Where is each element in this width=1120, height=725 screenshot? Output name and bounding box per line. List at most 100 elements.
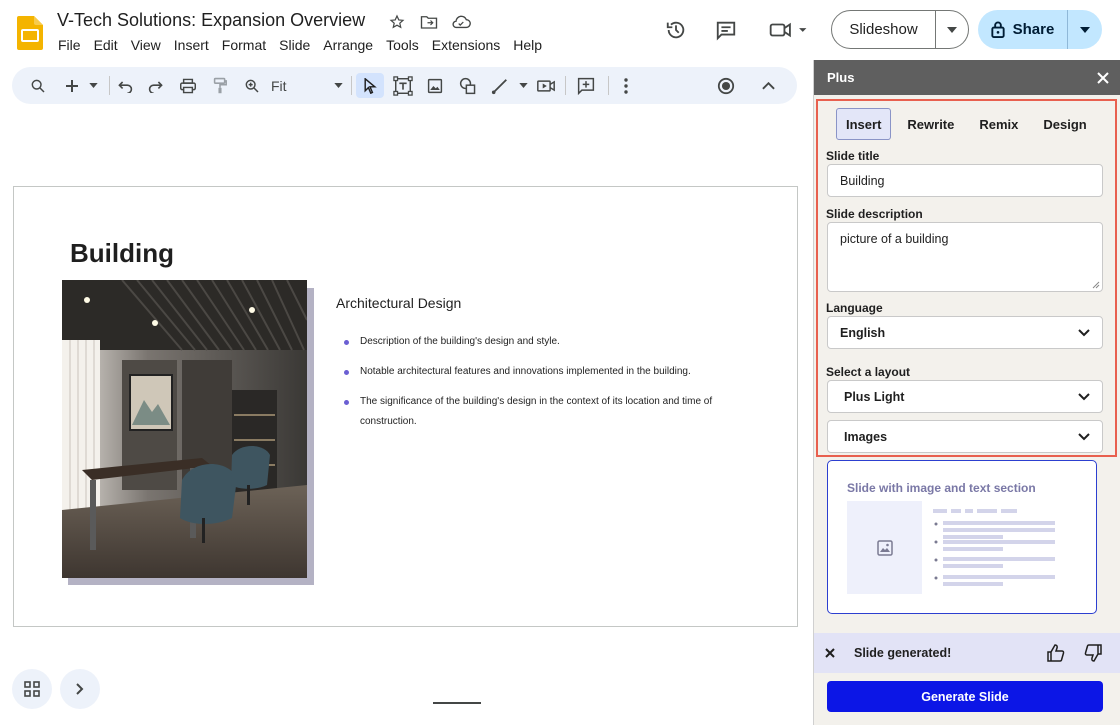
- layout-type-value: Images: [844, 429, 888, 444]
- line-options-chevron-icon[interactable]: [516, 73, 530, 98]
- redo-icon[interactable]: [144, 73, 168, 98]
- video-icon[interactable]: [534, 73, 558, 98]
- bullet-item: Notable architectural features and innov…: [344, 362, 744, 382]
- collapse-toolbar-icon[interactable]: [757, 73, 779, 98]
- tab-insert[interactable]: Insert: [836, 108, 892, 140]
- section-heading[interactable]: Architectural Design: [336, 295, 461, 311]
- tab-design[interactable]: Design: [1034, 108, 1095, 140]
- document-title[interactable]: V-Tech Solutions: Expansion Overview: [57, 10, 365, 31]
- menu-format[interactable]: Format: [222, 37, 266, 53]
- thumbs-up-icon[interactable]: [1046, 643, 1066, 663]
- move-folder-icon[interactable]: [418, 12, 440, 32]
- add-icon[interactable]: [60, 73, 84, 98]
- layout-label: Select a layout: [826, 365, 911, 379]
- status-toast: Slide generated!: [814, 633, 1120, 673]
- slide-description-label: Slide description: [826, 207, 923, 221]
- undo-icon[interactable]: [113, 73, 137, 98]
- tab-rewrite[interactable]: Rewrite: [898, 108, 963, 140]
- image-icon[interactable]: [423, 73, 447, 98]
- comments-icon[interactable]: [713, 17, 739, 43]
- search-icon[interactable]: [26, 73, 50, 98]
- star-icon[interactable]: [386, 12, 408, 32]
- menu-insert[interactable]: Insert: [174, 37, 209, 53]
- editing-toolbar: Fit: [12, 67, 797, 104]
- plus-side-panel: Plus Insert Rewrite Remix Design Slide t…: [813, 60, 1120, 725]
- toolbar-divider: [565, 76, 566, 95]
- toolbar-divider: [351, 76, 352, 95]
- building-interior-image[interactable]: [62, 280, 307, 578]
- close-icon[interactable]: [823, 646, 837, 660]
- paint-format-icon[interactable]: [208, 73, 232, 98]
- layout-text-lines: [933, 509, 1055, 586]
- menu-help[interactable]: Help: [513, 37, 542, 53]
- panel-tabs: Insert Rewrite Remix Design: [836, 108, 1103, 140]
- add-options-chevron-icon[interactable]: [86, 73, 100, 98]
- image-placeholder-icon: [876, 539, 893, 556]
- zoom-chevron-icon: [334, 83, 343, 88]
- slide-description-textarea[interactable]: picture of a building: [827, 222, 1103, 292]
- more-vert-icon[interactable]: [616, 73, 636, 98]
- layout-theme-select[interactable]: Plus Light: [827, 380, 1103, 413]
- print-icon[interactable]: [176, 73, 200, 98]
- language-label: Language: [826, 301, 883, 315]
- cloud-saved-icon[interactable]: [450, 12, 472, 32]
- close-icon[interactable]: [1094, 69, 1112, 87]
- expand-filmstrip-icon[interactable]: [60, 669, 100, 709]
- zoom-select[interactable]: Fit: [271, 73, 343, 98]
- tab-remix[interactable]: Remix: [970, 108, 1027, 140]
- slide-title-input[interactable]: Building: [827, 164, 1103, 197]
- slide[interactable]: Building Architectural Design Descriptio…: [13, 186, 798, 627]
- version-history-icon[interactable]: [663, 17, 689, 43]
- generate-slide-button[interactable]: Generate Slide: [827, 681, 1103, 712]
- slides-logo-icon[interactable]: [17, 16, 43, 50]
- share-label: Share: [1012, 21, 1055, 38]
- layout-type-select[interactable]: Images: [827, 420, 1103, 453]
- slideshow-options-chevron-icon[interactable]: [936, 26, 968, 33]
- grid-view-icon[interactable]: [12, 669, 52, 709]
- select-icon[interactable]: [356, 73, 384, 98]
- toast-message: Slide generated!: [854, 646, 952, 660]
- language-value: English: [840, 325, 886, 340]
- bullet-item: The significance of the building's desig…: [344, 392, 744, 432]
- share-options-chevron-icon[interactable]: [1068, 26, 1102, 33]
- chevron-down-icon: [1078, 392, 1090, 400]
- line-icon[interactable]: [488, 73, 512, 98]
- share-group: Share: [978, 10, 1102, 49]
- slide-title-label: Slide title: [826, 149, 880, 163]
- share-button[interactable]: Share: [978, 10, 1068, 49]
- speaker-notes-drag-handle[interactable]: [433, 702, 481, 704]
- thumbs-down-icon[interactable]: [1083, 643, 1103, 663]
- menu-extensions[interactable]: Extensions: [432, 37, 500, 53]
- bullet-list[interactable]: Description of the building's design and…: [344, 332, 744, 442]
- shapes-icon[interactable]: [456, 73, 480, 98]
- slide-description-value: picture of a building: [840, 232, 949, 246]
- zoom-value: Fit: [271, 77, 287, 94]
- menu-slide[interactable]: Slide: [279, 37, 310, 53]
- slideshow-button[interactable]: Slideshow: [832, 11, 936, 48]
- textbox-icon[interactable]: [390, 73, 416, 98]
- chevron-down-icon: [1078, 328, 1090, 336]
- panel-header: Plus: [814, 60, 1120, 95]
- resize-grip-icon[interactable]: [1092, 281, 1100, 289]
- chevron-down-icon: [1078, 432, 1090, 440]
- layout-card-title: Slide with image and text section: [847, 481, 1036, 495]
- bullet-item: Description of the building's design and…: [344, 332, 744, 352]
- menu-edit[interactable]: Edit: [94, 37, 118, 53]
- layout-option-card[interactable]: Slide with image and text section: [827, 460, 1097, 614]
- menu-tools[interactable]: Tools: [386, 37, 419, 53]
- slide-title[interactable]: Building: [70, 238, 174, 269]
- menu-arrange[interactable]: Arrange: [323, 37, 373, 53]
- toolbar-divider: [608, 76, 609, 95]
- toolbar-divider: [109, 76, 110, 95]
- menu-bar: File Edit View Insert Format Slide Arran…: [58, 37, 555, 53]
- menu-file[interactable]: File: [58, 37, 81, 53]
- meet-video-icon[interactable]: [766, 17, 812, 43]
- record-icon[interactable]: [713, 73, 739, 98]
- lock-icon: [991, 21, 1005, 38]
- panel-title: Plus: [827, 70, 855, 85]
- layout-image-placeholder: [847, 501, 922, 594]
- zoom-icon[interactable]: [240, 73, 264, 98]
- menu-view[interactable]: View: [131, 37, 161, 53]
- language-select[interactable]: English: [827, 316, 1103, 349]
- comment-add-icon[interactable]: [574, 73, 598, 98]
